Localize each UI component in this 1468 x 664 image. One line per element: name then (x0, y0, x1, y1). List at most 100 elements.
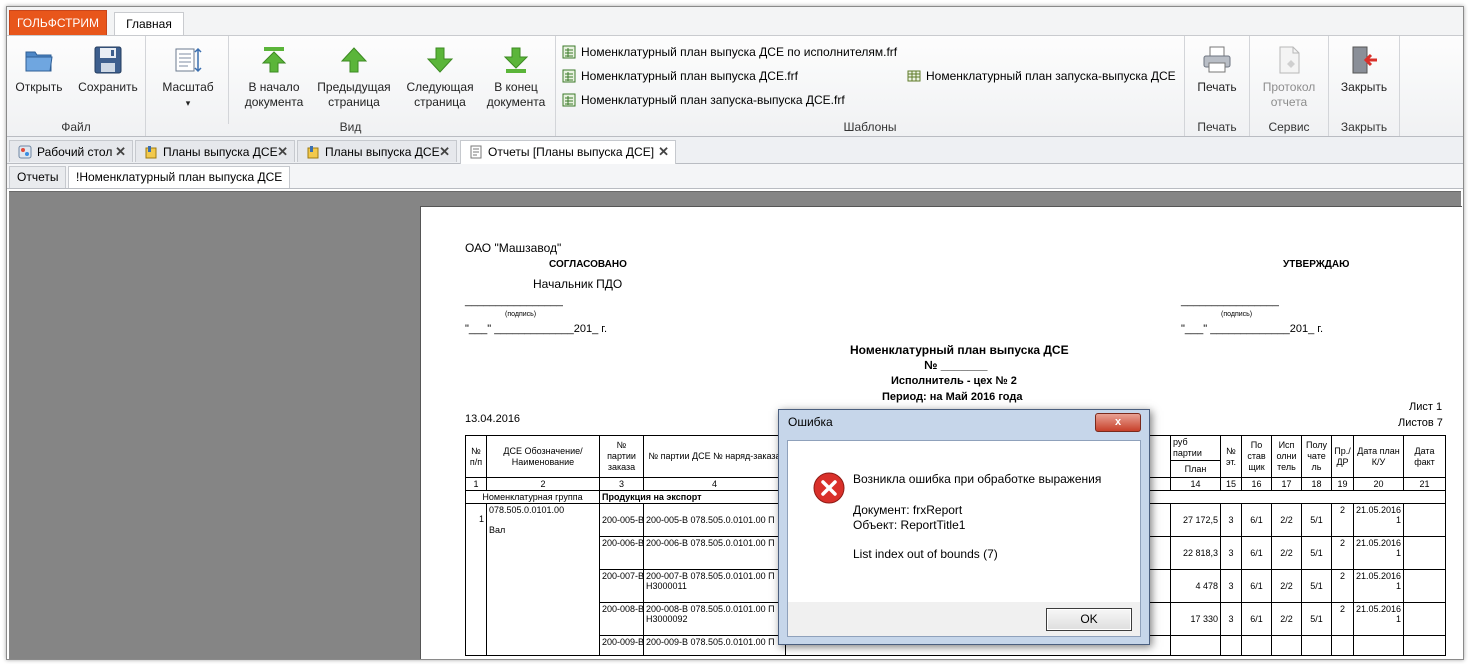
subtab-nomenclature-plan[interactable]: !Номенклатурный план выпуска ДСЕ (68, 166, 291, 188)
row-supplier: 6/1 (1241, 536, 1272, 570)
next-page-button[interactable]: Следующая страница (402, 44, 478, 110)
dialog-title: Ошибка (788, 415, 833, 429)
report-number: № _______ (924, 358, 988, 372)
tab-plans-1[interactable]: Планы выпуска ДСЕ ✕ (135, 140, 295, 162)
ribbon-group-templates: Номенклатурный план выпуска ДСЕ по испол… (556, 36, 1185, 136)
date-template-right: "___" _____________201_ г. (1181, 323, 1324, 335)
prev-page-button[interactable]: Предыдущая страница (314, 44, 394, 110)
row-date-fact (1403, 635, 1446, 656)
template-item-1[interactable]: Номенклатурный план выпуска ДСЕ по испол… (562, 42, 897, 62)
open-button[interactable]: Открыть (13, 44, 65, 95)
row-party-dse: 200-006-В 078.505.0.0101.00 П (643, 536, 786, 570)
zoom-page-icon (175, 47, 202, 73)
protocol-button[interactable]: Протокол отчета (1254, 44, 1324, 110)
scale-label: Масштаб (162, 80, 214, 94)
sign-line-left: ________________ (465, 295, 563, 307)
header-date-fact: Дата факт (1403, 435, 1446, 478)
group-label-print: Печать (1197, 120, 1237, 134)
sign-line-right: ________________ (1181, 295, 1279, 307)
row-pr: 2 (1331, 602, 1354, 636)
group-label-view: Вид (339, 120, 362, 134)
report-viewer[interactable]: ОАО "Машзавод" СОГЛАСОВАНО Начальник ПДО… (9, 191, 1462, 659)
header-rub: руб партии (1170, 435, 1221, 461)
template-item-3[interactable]: Номенклатурный план запуска-выпуска ДСЕ.… (562, 90, 845, 110)
report-icon (470, 145, 482, 159)
report-date: 13.04.2016 (465, 413, 521, 425)
ribbon-group-print: Печать Печать (1185, 36, 1250, 136)
header-date-plan: Дата план К/У (1353, 435, 1404, 478)
save-button[interactable]: Сохранить (77, 44, 139, 95)
app-menu-tab[interactable]: ГОЛЬФСТРИМ (9, 10, 107, 36)
row-pr: 2 (1331, 503, 1354, 537)
last-page-button[interactable]: В конец документа (480, 44, 552, 110)
first-page-button[interactable]: В начало документа (238, 44, 310, 110)
dialog-message-object: Объект: ReportTitle1 (853, 518, 966, 532)
arrow-down-bar-icon (503, 47, 529, 73)
arrow-down-icon (426, 47, 454, 73)
row-plan: 4 478 (1170, 569, 1221, 603)
row-supplier: 6/1 (1241, 503, 1272, 537)
tab-desktop[interactable]: Рабочий стол ✕ (9, 140, 133, 162)
first-page-label: В начало документа (244, 80, 304, 109)
row-party: 200-006-В (599, 536, 644, 570)
report-template-icon (562, 45, 576, 59)
row-date-plan: 21.05.2016 1 (1353, 602, 1404, 636)
row-party-dse: 200-008-В 078.505.0.0101.00 П Н3000092 (643, 602, 786, 636)
close-report-label: Закрыть (1340, 80, 1388, 94)
col-num: 20 (1353, 477, 1404, 491)
col-num: 2 (486, 477, 600, 491)
close-tab-icon[interactable]: ✕ (277, 141, 288, 163)
row-plan (1170, 635, 1221, 656)
print-button[interactable]: Печать (1189, 44, 1245, 95)
floppy-disk-icon (94, 46, 122, 74)
row-supplier (1241, 635, 1272, 656)
row-et: 3 (1220, 602, 1242, 636)
dialog-body: Возникла ошибка при обработке выражения … (787, 440, 1141, 604)
row-et: 3 (1220, 536, 1242, 570)
close-report-button[interactable]: Закрыть (1333, 44, 1395, 95)
plans-icon (307, 146, 319, 159)
tab-reports[interactable]: Отчеты [Планы выпуска ДСЕ] ✕ (460, 140, 676, 164)
prev-page-label: Предыдущая страница (317, 80, 391, 109)
close-tab-icon[interactable]: ✕ (115, 141, 126, 163)
col-num: 21 (1403, 477, 1446, 491)
ribbon-group-file: Открыть Сохранить Файл (7, 36, 146, 136)
row-receiver (1301, 635, 1332, 656)
row-executor: 2/2 (1271, 536, 1302, 570)
header-plan: План (1170, 460, 1221, 478)
close-tab-icon[interactable]: ✕ (658, 141, 669, 163)
col-num: 16 (1241, 477, 1272, 491)
col-num: 17 (1271, 477, 1302, 491)
row-party: 200-009-В (599, 635, 644, 656)
tab-plans-2[interactable]: Планы выпуска ДСЕ ✕ (297, 140, 457, 162)
header-executor: Исп олни тель (1271, 435, 1302, 478)
group-label: Номенклатурная группа (465, 490, 600, 504)
row-et (1220, 635, 1242, 656)
row-supplier: 6/1 (1241, 602, 1272, 636)
close-tab-icon[interactable]: ✕ (439, 141, 450, 163)
row-party: 200-005-В (599, 503, 644, 537)
row-party-dse: 200-007-В 078.505.0.0101.00 П Н3000011 (643, 569, 786, 603)
ok-button[interactable]: OK (1046, 608, 1132, 631)
report-period: Период: на Май 2016 года (882, 391, 1023, 403)
sheet-number: Лист 1 (1409, 401, 1443, 413)
scale-button[interactable]: Масштаб ▾ (158, 44, 218, 111)
tab-main[interactable]: Главная (114, 12, 184, 36)
dialog-footer: OK (787, 602, 1141, 637)
subtab-reports[interactable]: Отчеты (9, 166, 67, 188)
template-item-4[interactable]: Номенклатурный план запуска-выпуска ДСЕ (907, 66, 1176, 86)
row-party: 200-007-В (599, 569, 644, 603)
date-template-left: "___" _____________201_ г. (465, 323, 608, 335)
dropdown-arrow-icon: ▾ (185, 98, 191, 108)
report-tab-bar: Отчеты !Номенклатурный план выпуска ДСЕ (7, 164, 1463, 189)
row-supplier: 6/1 (1241, 569, 1272, 603)
dialog-close-button[interactable]: x (1095, 413, 1141, 432)
separator (228, 36, 229, 124)
sign-hint-right: (подпись) (1221, 311, 1253, 318)
report-template-icon (562, 93, 576, 107)
template-item-2[interactable]: Номенклатурный план выпуска ДСЕ.frf (562, 66, 798, 86)
header-receiver: Полу чате ль (1301, 435, 1332, 478)
table-template-icon (907, 70, 921, 82)
report-title: Номенклатурный план выпуска ДСЕ (850, 343, 1069, 357)
col-num: 18 (1301, 477, 1332, 491)
